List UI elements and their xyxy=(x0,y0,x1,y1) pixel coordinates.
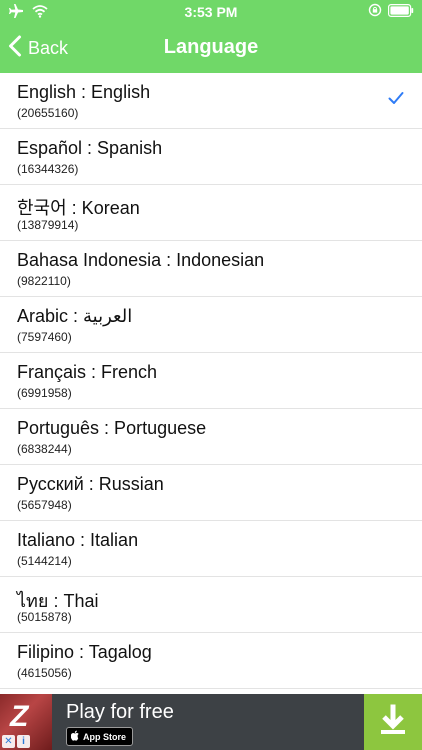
language-row-indonesian[interactable]: Bahasa Indonesia : Indonesian (9822110) xyxy=(0,241,422,297)
close-icon[interactable]: ✕ xyxy=(2,735,15,748)
language-count: (5144214) xyxy=(17,554,72,568)
language-row-portuguese[interactable]: Português : Portuguese (6838244) xyxy=(0,409,422,465)
info-icon[interactable]: i xyxy=(17,735,30,748)
ad-banner[interactable]: Z ✕ i Play for free App Store xyxy=(0,694,422,750)
checkmark-icon xyxy=(388,91,404,110)
language-row-thai[interactable]: ไทย : Thai (5015878) xyxy=(0,577,422,633)
language-count: (20655160) xyxy=(17,106,79,120)
language-row-korean[interactable]: 한국어 : Korean (13879914) xyxy=(0,185,422,241)
apple-icon xyxy=(70,728,80,746)
language-row-tagalog[interactable]: Filipino : Tagalog (4615056) xyxy=(0,633,422,689)
download-icon xyxy=(378,704,408,741)
status-time: 3:53 PM xyxy=(184,4,238,20)
ad-choices[interactable]: ✕ i xyxy=(2,735,30,748)
app-store-label: App Store xyxy=(83,731,127,742)
battery-icon xyxy=(388,3,414,17)
ad-logo-mark: Z xyxy=(10,700,29,733)
app-store-badge[interactable]: App Store xyxy=(66,727,134,746)
language-name: Italiano : Italian xyxy=(17,530,139,550)
language-name: English : English xyxy=(17,82,151,102)
nav-bar: Back Language xyxy=(0,24,422,73)
language-count: (5015878) xyxy=(17,610,72,624)
language-row-russian[interactable]: Русский : Russian (5657948) xyxy=(0,465,422,521)
language-name: Bahasa Indonesia : Indonesian xyxy=(17,250,265,270)
ad-headline: Play for free xyxy=(66,701,174,723)
language-name: Français : French xyxy=(17,362,158,382)
status-right xyxy=(368,3,414,17)
language-count: (5657948) xyxy=(17,498,72,512)
language-count: (7597460) xyxy=(17,330,72,344)
language-count: (9822110) xyxy=(17,274,71,288)
language-name: Português : Portuguese xyxy=(17,418,207,438)
language-list: English : English (20655160) Español : S… xyxy=(0,73,422,694)
language-name: Filipino : Tagalog xyxy=(17,642,152,662)
status-bar: 3:53 PM xyxy=(0,0,422,24)
screen: 3:53 PM Back Language English: English … xyxy=(0,0,422,750)
header: 3:53 PM Back Language xyxy=(0,0,422,73)
language-row-italian[interactable]: Italiano : Italian (5144214) xyxy=(0,521,422,577)
language-count: (4615056) xyxy=(17,666,72,680)
page-title: Language xyxy=(163,36,259,58)
language-name: Arabic : العربية xyxy=(17,306,133,326)
language-count: (6838244) xyxy=(17,442,72,456)
language-row-french[interactable]: Français : French (6991958) xyxy=(0,353,422,409)
orientation-lock-icon xyxy=(368,3,382,17)
language-name: 한국어 : Korean xyxy=(17,198,140,218)
language-row-arabic[interactable]: Arabic : العربية (7597460) xyxy=(0,297,422,353)
language-count: (13879914) xyxy=(17,218,79,232)
language-name: Русский : Russian xyxy=(17,474,164,494)
ad-thumbnail: Z ✕ i xyxy=(0,694,52,750)
language-row-english[interactable]: English : English (20655160) xyxy=(0,73,422,129)
language-count: (6991958) xyxy=(17,386,72,400)
language-row-spanish[interactable]: Español : Spanish (16344326) xyxy=(0,129,422,185)
language-count: (16344326) xyxy=(17,162,79,176)
download-button[interactable] xyxy=(364,694,422,750)
language-name: Español : Spanish xyxy=(17,138,163,158)
